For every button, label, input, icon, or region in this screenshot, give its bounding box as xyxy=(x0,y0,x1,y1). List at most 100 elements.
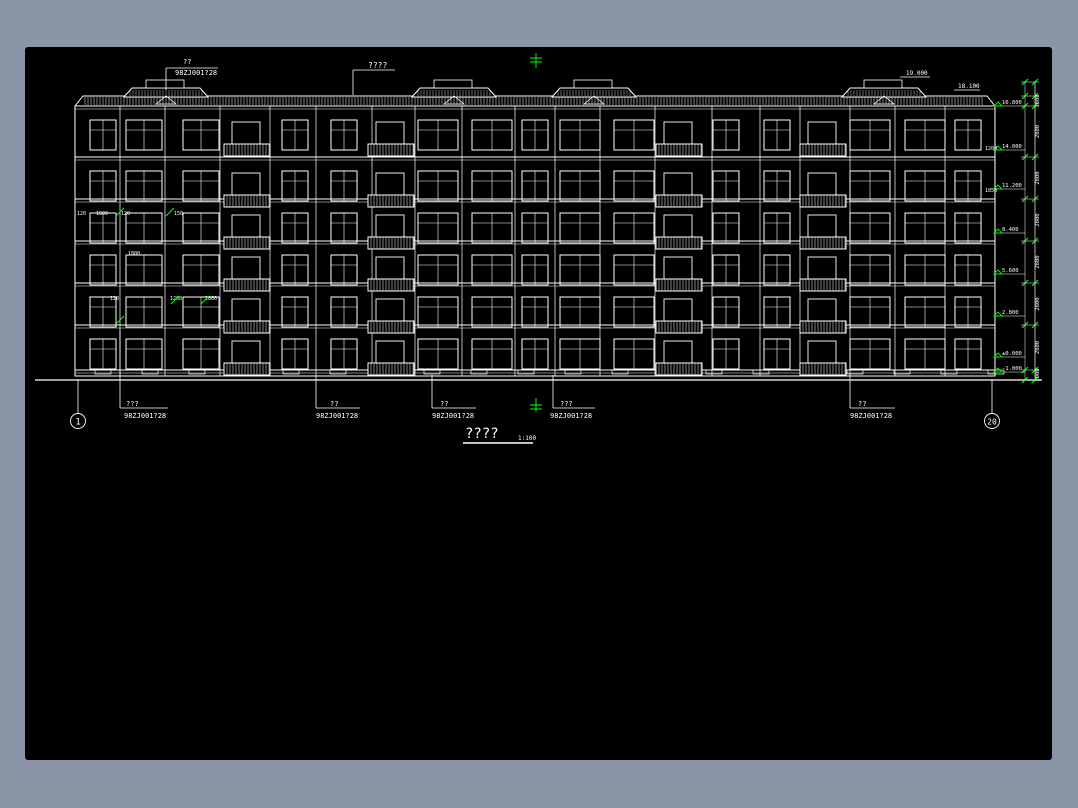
svg-text:1: 1 xyxy=(75,418,80,428)
axis-marker-left: 1 xyxy=(70,380,86,429)
plinth-vent xyxy=(752,369,770,375)
dimension-value: 1800 xyxy=(1035,94,1041,107)
roof-dormer xyxy=(145,79,185,89)
svg-text:98ZJ001?28: 98ZJ001?28 xyxy=(175,69,217,77)
balcony-door xyxy=(375,214,405,240)
elevation-value: 11.200 xyxy=(1002,183,1022,189)
axis-marker-right: 20 xyxy=(984,380,1000,429)
dimension-annotation: 120 xyxy=(121,211,130,217)
svg-text:???: ??? xyxy=(126,400,139,408)
callout-bottom-3: ?? 98ZJ001?28 xyxy=(431,375,476,420)
dimension-value: 2800 xyxy=(1035,297,1041,310)
dimension-value: 2800 xyxy=(1035,125,1041,138)
svg-text:????: ???? xyxy=(465,426,499,442)
svg-text:1:100: 1:100 xyxy=(518,435,536,442)
balcony-door xyxy=(663,256,693,282)
dimension-annotation: 2800 xyxy=(205,296,217,302)
callout-bottom-2: ?? 98ZJ001?28 xyxy=(315,375,360,420)
dimension-value: 2800 xyxy=(1035,213,1041,226)
roof-dormer xyxy=(573,79,613,89)
svg-text:???: ??? xyxy=(560,400,573,408)
elevation-value: 16.800 xyxy=(1002,100,1022,106)
plinth-vent xyxy=(705,369,723,375)
svg-text:??: ?? xyxy=(858,400,866,408)
elevation-value: 14.000 xyxy=(1002,144,1022,150)
elevation-mark xyxy=(992,101,1004,107)
svg-text:18.100: 18.100 xyxy=(958,83,980,90)
balcony-door xyxy=(231,256,261,282)
balcony-door xyxy=(375,340,405,366)
svg-text:??: ?? xyxy=(440,400,448,408)
top-right-label: 19.000 18.100 xyxy=(900,70,980,91)
plinth-vent xyxy=(470,369,488,375)
balcony-door xyxy=(663,298,693,324)
balcony-door xyxy=(375,298,405,324)
center-mark xyxy=(530,53,542,412)
balcony-door xyxy=(231,172,261,198)
dimension-annotation: 1850 xyxy=(985,188,997,194)
elevation-drawing: 18002800280028002800280028001000 16.8001… xyxy=(35,53,1042,444)
dimension-chain: 1800 2800 2800 2800 2800 2800 2800 1000 xyxy=(1021,78,1041,384)
svg-text:????: ???? xyxy=(368,61,387,70)
dimension-value: 1000 xyxy=(1035,368,1041,381)
roof xyxy=(74,79,996,107)
plinth-vent xyxy=(517,369,535,375)
plinth-vent xyxy=(423,369,441,375)
plinth-vent xyxy=(940,369,958,375)
dimension-annotation: 1200 xyxy=(985,146,997,152)
dimension-annotation: 1800 xyxy=(128,251,140,257)
balcony-door xyxy=(807,214,837,240)
svg-text:98ZJ001?28: 98ZJ001?28 xyxy=(316,412,358,420)
dimension-annotation: 120 xyxy=(110,296,119,302)
plinth-vent xyxy=(188,369,206,375)
plinth-vent xyxy=(611,369,629,375)
balcony-door xyxy=(231,298,261,324)
elevation-value: 5.600 xyxy=(1002,268,1019,274)
balcony-door xyxy=(375,172,405,198)
balcony-door xyxy=(663,214,693,240)
svg-text:??: ?? xyxy=(330,400,338,408)
drawing-title: ???? 1:100 xyxy=(463,426,536,444)
balcony-door xyxy=(663,172,693,198)
plinth-vent xyxy=(893,369,911,375)
elevation-value: -1.000 xyxy=(1002,366,1022,372)
svg-text:98ZJ001?28: 98ZJ001?28 xyxy=(850,412,892,420)
balcony-door xyxy=(807,298,837,324)
elevation-value: ±0.000 xyxy=(1002,351,1022,357)
roof-dormer xyxy=(863,79,903,89)
dimension-value: 2800 xyxy=(1035,341,1041,354)
plinth-vent xyxy=(846,369,864,375)
dimension-annotation: 1800 xyxy=(96,211,108,217)
plinth-vent xyxy=(141,369,159,375)
balcony-door xyxy=(663,121,693,147)
balcony-door xyxy=(807,256,837,282)
balcony-door xyxy=(231,214,261,240)
svg-text:98ZJ001?28: 98ZJ001?28 xyxy=(432,412,474,420)
elevation-value: 8.400 xyxy=(1002,227,1019,233)
dimension-annotation: 120 xyxy=(77,211,86,217)
annotation-tick xyxy=(165,207,175,217)
dimension-value: 2800 xyxy=(1035,255,1041,268)
plinth-vent xyxy=(94,369,112,375)
svg-text:20: 20 xyxy=(987,418,997,427)
callout-bottom-4: ??? 98ZJ001?28 xyxy=(550,375,595,420)
balcony-door xyxy=(807,121,837,147)
balcony-door xyxy=(663,340,693,366)
roof-dormer xyxy=(433,79,473,89)
balcony-door xyxy=(375,121,405,147)
svg-text:??: ?? xyxy=(183,58,191,66)
plinth-vent xyxy=(564,369,582,375)
plinth-vent xyxy=(329,369,347,375)
svg-text:19.000: 19.000 xyxy=(906,70,928,77)
callout-bottom-5: ?? 98ZJ001?28 xyxy=(849,375,895,420)
dimension-annotation: 150 xyxy=(174,211,183,217)
balcony-door xyxy=(231,121,261,147)
balcony-door xyxy=(807,172,837,198)
plinth-vent xyxy=(282,369,300,375)
svg-text:98ZJ001?28: 98ZJ001?28 xyxy=(550,412,592,420)
ridge-label: ???? xyxy=(352,61,395,95)
balcony-door xyxy=(231,340,261,366)
elevation-value: 2.800 xyxy=(1002,310,1019,316)
svg-text:98ZJ001?28: 98ZJ001?28 xyxy=(124,412,166,420)
dimension-value: 2800 xyxy=(1035,171,1041,184)
